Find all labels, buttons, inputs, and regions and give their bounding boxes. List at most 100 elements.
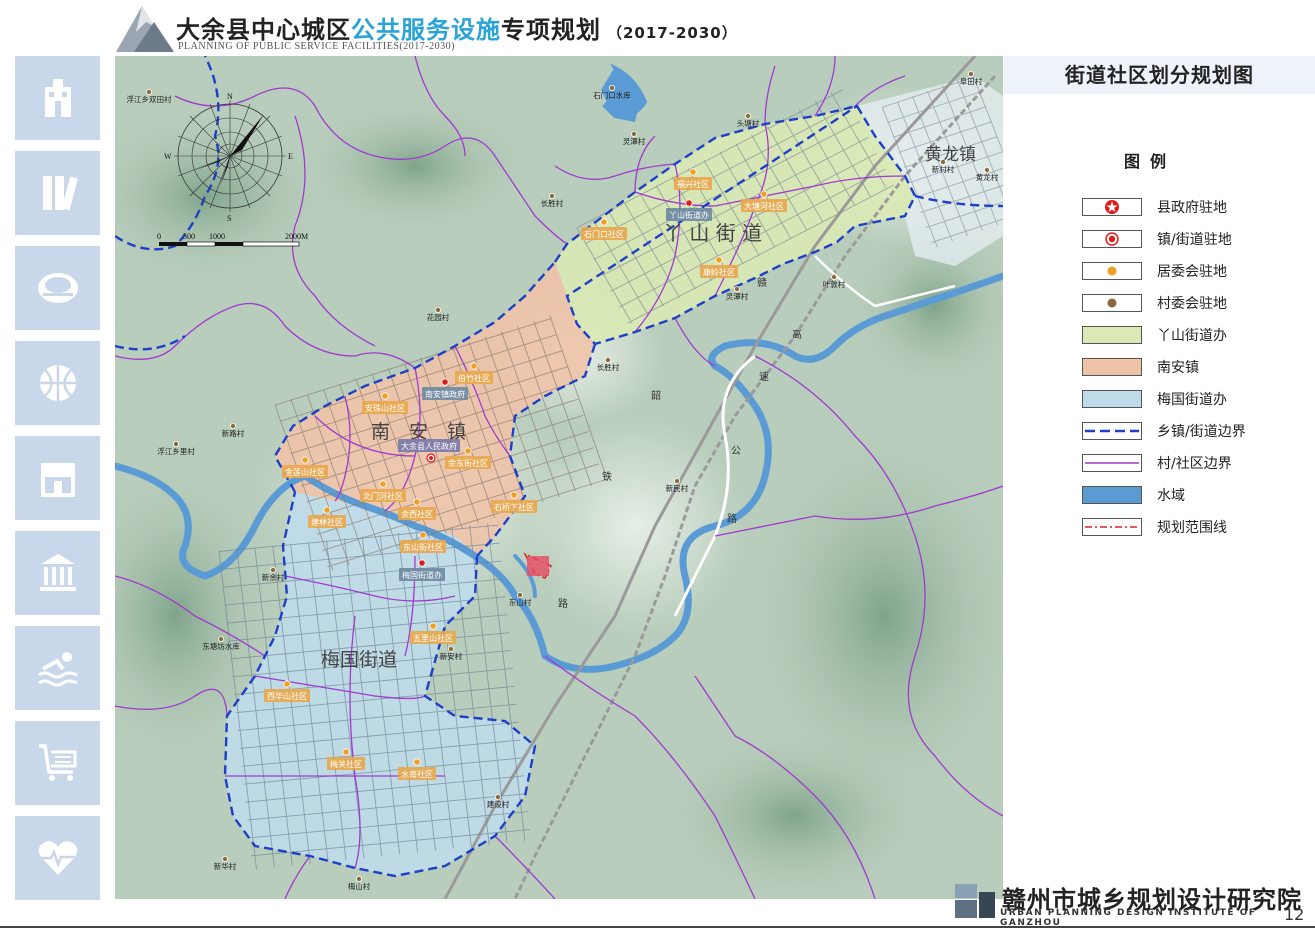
village-label: 新余村	[262, 572, 285, 582]
svg-text:路: 路	[727, 512, 737, 525]
museum-icon[interactable]	[15, 531, 100, 615]
compass-west: W	[164, 152, 172, 161]
village-label: 梅山村	[348, 881, 371, 891]
panel-title: 街道社区划分规划图	[1004, 56, 1315, 94]
svg-text:余东街社区: 余东街社区	[448, 458, 488, 468]
legend-item: 规划范围线	[1082, 516, 1227, 538]
legend-label: 村委会驻地	[1157, 296, 1227, 312]
community-label: 余东街社区	[445, 456, 491, 469]
legend-label: 乡镇/街道边界	[1157, 424, 1246, 440]
legend-item: 梅国街道办	[1082, 388, 1227, 410]
legend-symbol	[1082, 326, 1142, 344]
county-gov-label: 大余县人民政府	[398, 439, 460, 452]
svg-text:安珠山社区: 安珠山社区	[365, 403, 405, 413]
compass-south: S	[227, 214, 231, 223]
community-label: 福兴社区	[674, 177, 712, 190]
community-label: 康岭社区	[700, 265, 738, 278]
svg-text:赣: 赣	[757, 276, 767, 289]
svg-text:路: 路	[558, 597, 568, 610]
compass-east: E	[288, 152, 293, 161]
legend-item: 居委会驻地	[1082, 260, 1227, 282]
heart-icon[interactable]	[15, 816, 100, 900]
district-map[interactable]: N S E W 0 500 1000 2000M 丫 山 街 道 南 安 镇 梅…	[115, 56, 1003, 899]
shop-icon[interactable]	[15, 436, 100, 520]
legend-label: 南安镇	[1157, 360, 1199, 376]
hospital-icon[interactable]	[15, 56, 100, 140]
community-label: 大塘河社区	[741, 199, 787, 212]
svg-text:北门河社区: 北门河社区	[363, 491, 403, 501]
legend-symbol	[1082, 486, 1142, 504]
stadium-icon[interactable]	[15, 246, 100, 330]
village-label: 长胜村	[597, 362, 620, 372]
village-label: 新路村	[222, 428, 245, 438]
svg-text:梅国街道办: 梅国街道办	[402, 570, 442, 580]
swimming-icon[interactable]	[15, 626, 100, 710]
svg-text:大塘河社区: 大塘河社区	[744, 201, 784, 211]
village-label: 新民村	[666, 483, 689, 493]
svg-text:500: 500	[183, 232, 195, 241]
svg-text:高: 高	[792, 328, 802, 341]
svg-text:福兴社区: 福兴社区	[677, 179, 709, 189]
svg-text:1000: 1000	[209, 232, 225, 241]
svg-text:大余县人民政府: 大余县人民政府	[401, 441, 457, 451]
legend-label: 梅国街道办	[1157, 392, 1227, 408]
svg-text:康岭社区: 康岭社区	[703, 267, 735, 277]
legend-item: 南安镇	[1082, 356, 1199, 378]
legend-item: 村/社区边界	[1082, 452, 1232, 474]
community-label: 金莲山社区	[282, 465, 328, 478]
village-label: 建设村	[487, 799, 510, 809]
svg-text:梅关社区: 梅关社区	[330, 759, 362, 769]
svg-text:南安镇政府: 南安镇政府	[425, 389, 465, 399]
area-label-meiguo: 梅国街道	[321, 649, 397, 671]
svg-text:速: 速	[759, 371, 769, 383]
legend-title: 图例	[1124, 152, 1177, 171]
legend-symbol	[1082, 262, 1142, 280]
legend-label: 丫山街道办	[1157, 328, 1227, 344]
legend-label: 居委会驻地	[1157, 264, 1227, 280]
books-icon[interactable]	[15, 151, 100, 235]
village-label: 长胜村	[541, 198, 564, 208]
legend-item: 县政府驻地	[1082, 196, 1227, 218]
legend-item: 镇/街道驻地	[1082, 228, 1232, 250]
village-label: 阜田村	[960, 76, 983, 86]
community-label: 东山街社区	[400, 540, 446, 553]
village-label: 石门口水库	[593, 90, 631, 100]
page-subtitle: PLANNING OF PUBLIC SERVICE FACILITIES(20…	[178, 41, 455, 52]
svg-text:建林社区: 建林社区	[311, 517, 343, 527]
community-label: 梅关社区	[327, 757, 365, 770]
basketball-icon[interactable]	[15, 341, 100, 425]
legend-item: 水域	[1082, 484, 1185, 506]
svg-text:石门口社区: 石门口社区	[584, 229, 624, 239]
area-label-yashan: 丫 山 街 道	[663, 221, 762, 245]
cart-icon[interactable]	[15, 721, 100, 805]
community-label: 北门河社区	[360, 489, 406, 502]
bottom-rule	[0, 926, 1315, 928]
page-title: 大余县中心城区公共服务设施专项规划 （2017-2030）	[176, 16, 738, 44]
community-label: 西华山社区	[264, 689, 310, 702]
community-label: 安珠山社区	[362, 401, 408, 414]
village-label: 头塘村	[737, 118, 760, 128]
institute-mark-icon	[955, 884, 995, 918]
village-label: 黄龙村	[976, 172, 999, 182]
svg-text:五里山社区: 五里山社区	[413, 633, 453, 643]
community-label: 石桥下社区	[491, 500, 537, 513]
village-label: 浮江乡里村	[157, 446, 195, 456]
legend-symbol	[1082, 454, 1142, 472]
community-label: 五里山社区	[410, 631, 456, 644]
legend-label: 水域	[1157, 488, 1185, 504]
community-label: 余西社区	[398, 507, 436, 520]
community-label: 水南社区	[398, 767, 436, 780]
office-label: 梅国街道办	[399, 568, 445, 581]
svg-text:2000M: 2000M	[285, 232, 308, 241]
legend-item: 丫山街道办	[1082, 324, 1227, 346]
village-label: 花园村	[427, 312, 450, 322]
legend-symbol	[1082, 294, 1142, 312]
svg-text:西华山社区: 西华山社区	[267, 691, 307, 701]
svg-text:公: 公	[731, 446, 741, 457]
legend-symbol	[1082, 518, 1142, 536]
svg-text:铁: 铁	[602, 470, 612, 483]
page-header: 大余县中心城区公共服务设施专项规划 （2017-2030） PLANNING OF…	[0, 0, 1315, 56]
legend-item: 村委会驻地	[1082, 292, 1227, 314]
village-label: 新华村	[214, 861, 237, 871]
village-label: 新安村	[440, 651, 463, 661]
